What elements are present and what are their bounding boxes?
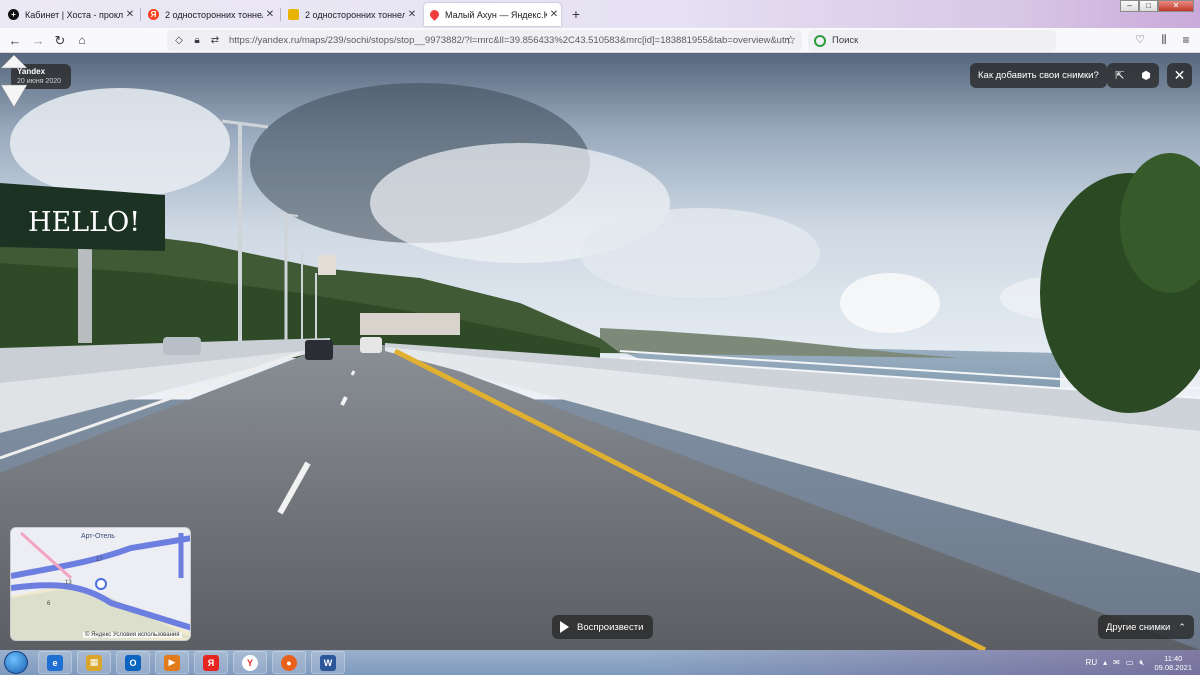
ie-icon: e xyxy=(47,654,63,671)
taskbar-app-yandex-browser[interactable]: Y xyxy=(233,651,267,674)
play-icon xyxy=(560,621,569,633)
map-number: 13 xyxy=(65,580,72,586)
tab-title: Малый Ахун — Яндекс.Карты xyxy=(445,9,547,20)
taskbar-app-outlook[interactable]: O xyxy=(116,651,150,674)
taskbar-app-firefox[interactable]: ● xyxy=(272,651,306,674)
tab-title: 2 односторонних тоннеля в го xyxy=(165,9,263,20)
move-forward-arrow-icon[interactable] xyxy=(0,54,28,69)
firefox-icon: ● xyxy=(281,654,297,671)
tab-separator xyxy=(280,8,281,21)
tab-active-maps[interactable]: Малый Ахун — Яндекс.Карты ✕ xyxy=(424,3,561,26)
tab-title: 2 односторонних тоннеля в го xyxy=(305,9,405,20)
mini-map[interactable]: 17 13 6 Арт-Отель © Яндекс Условия испол… xyxy=(10,527,191,641)
windows-taskbar: e ▦ O ▶ Я Y ● W RU ▴ ✉ ▭ 🔇︎ 11:40 09.08.… xyxy=(0,650,1200,675)
how-to-add-photos-button[interactable]: Как добавить свои снимки? xyxy=(970,63,1107,88)
folder-icon: ▦ xyxy=(86,654,102,671)
other-photos-button[interactable]: Другие снимки ⌃ xyxy=(1098,615,1194,639)
share-icon[interactable]: ⇱ xyxy=(1115,69,1124,82)
map-pin-icon xyxy=(428,8,441,21)
taskbar-app-yandex[interactable]: Я xyxy=(194,651,228,674)
clock[interactable]: 11:40 09.08.2021 xyxy=(1154,654,1192,672)
minimize-button[interactable]: – xyxy=(1120,0,1139,12)
clock-time: 11:40 xyxy=(1164,653,1183,663)
tab-close-icon[interactable]: ✕ xyxy=(547,9,561,20)
menu-icon[interactable]: ≡ xyxy=(1178,33,1194,49)
tab-3[interactable]: 2 односторонних тоннеля в го ✕ xyxy=(282,3,419,26)
shield-icon[interactable]: ◇ xyxy=(173,35,185,46)
library-icon[interactable]: ⫼ xyxy=(1156,33,1172,49)
street-panorama[interactable]: HELLO! Yandex 20 июня 2020 Как добавить … xyxy=(0,53,1200,650)
navigation-bar: ← → ↻ ⌂ ◇ 🔒︎ ⇄ https://yandex.ru/maps/23… xyxy=(0,28,1200,53)
play-button[interactable]: Воспроизвести xyxy=(552,615,654,639)
back-icon[interactable]: ← xyxy=(7,33,23,49)
pocket-icon[interactable]: ♡ xyxy=(1132,33,1148,49)
tab-close-icon[interactable]: ✕ xyxy=(405,9,419,20)
plus-circle-icon: + xyxy=(8,9,19,20)
navigation-arrows xyxy=(0,54,28,108)
close-panorama-button[interactable]: ✕ xyxy=(1167,63,1192,88)
map-number: 17 xyxy=(96,557,103,563)
tab-close-icon[interactable]: ✕ xyxy=(263,9,277,20)
yandex-icon: Я xyxy=(148,9,159,20)
lock-icon[interactable]: 🔒︎ xyxy=(191,35,203,46)
search-placeholder: Поиск xyxy=(832,35,859,46)
volume-icon[interactable]: 🔇︎ xyxy=(1139,658,1144,668)
tab-1[interactable]: + Кабинет | Хоста - проклятие к ✕ xyxy=(2,3,137,26)
other-photos-label: Другие снимки xyxy=(1106,621,1171,633)
mini-map-copyright[interactable]: © Яндекс Условия использования xyxy=(83,632,182,638)
taskbar-app-word[interactable]: W xyxy=(311,651,345,674)
mini-map-label: Арт-Отель xyxy=(81,533,115,540)
taskbar-app-explorer[interactable]: ▦ xyxy=(77,651,111,674)
panorama-tools: ⇱ ⬢ xyxy=(1107,63,1159,88)
search-engine-icon xyxy=(814,34,826,47)
url-bar[interactable]: ◇ 🔒︎ ⇄ https://yandex.ru/maps/239/sochi/… xyxy=(167,30,802,51)
forward-icon[interactable]: → xyxy=(30,33,46,49)
mail-icon[interactable]: ✉ xyxy=(1113,658,1120,667)
tray-expand-icon[interactable]: ▴ xyxy=(1103,658,1107,667)
move-back-arrow-icon[interactable] xyxy=(0,84,28,108)
zen-icon xyxy=(288,9,299,20)
chevron-up-icon: ⌃ xyxy=(1178,621,1186,632)
tab-title: Кабинет | Хоста - проклятие к xyxy=(25,9,123,20)
network-icon[interactable]: ▭ xyxy=(1126,658,1134,667)
bookmark-star-icon[interactable]: ☆ xyxy=(785,33,796,47)
close-window-button[interactable]: ✕ xyxy=(1158,0,1194,12)
window-controls: – □ ✕ xyxy=(1120,0,1194,12)
mini-map-drawing: 17 13 6 xyxy=(11,528,190,640)
billboard-text: HELLO! xyxy=(28,207,140,238)
taskbar-app-ie[interactable]: e xyxy=(38,651,72,674)
yandex-icon: Я xyxy=(203,654,219,671)
play-label: Воспроизвести xyxy=(577,621,644,633)
language-indicator[interactable]: RU xyxy=(1086,658,1098,667)
tab-close-icon[interactable]: ✕ xyxy=(123,9,137,20)
url-text[interactable]: https://yandex.ru/maps/239/sochi/stops/s… xyxy=(229,35,789,46)
home-icon[interactable]: ⌂ xyxy=(74,33,90,49)
search-input[interactable]: Поиск xyxy=(808,30,1056,51)
word-icon: W xyxy=(320,654,336,671)
media-player-icon: ▶ xyxy=(164,654,180,671)
report-icon[interactable]: ⬢ xyxy=(1141,69,1151,82)
clock-date: 09.08.2021 xyxy=(1154,662,1192,672)
permissions-icon[interactable]: ⇄ xyxy=(209,35,221,46)
new-tab-button[interactable]: + xyxy=(569,6,583,22)
start-button[interactable] xyxy=(4,651,28,674)
tab-separator xyxy=(140,8,141,21)
yandex-browser-icon: Y xyxy=(242,654,258,671)
tab-2[interactable]: Я 2 односторонних тоннеля в го ✕ xyxy=(142,3,277,26)
taskbar-app-media[interactable]: ▶ xyxy=(155,651,189,674)
reload-icon[interactable]: ↻ xyxy=(52,33,68,49)
outlook-icon: O xyxy=(125,654,141,671)
system-tray: RU ▴ ✉ ▭ 🔇︎ 11:40 09.08.2021 xyxy=(1080,650,1192,675)
tab-strip: + Кабинет | Хоста - проклятие к ✕ Я 2 од… xyxy=(0,0,1200,28)
maximize-button[interactable]: □ xyxy=(1139,0,1158,12)
